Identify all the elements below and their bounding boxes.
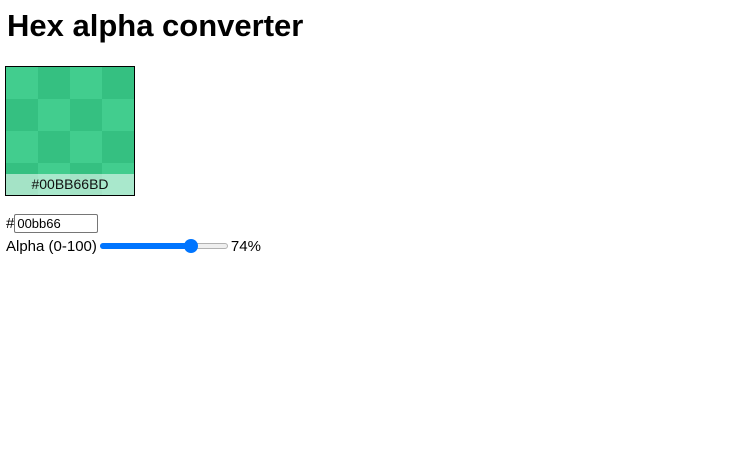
alpha-slider-fill	[99, 243, 192, 249]
page-title: Hex alpha converter	[7, 8, 304, 43]
hex-input-row: #	[6, 212, 99, 234]
hex-prefix-label: #	[6, 214, 15, 232]
color-preview-label: #00BB66BD	[6, 174, 134, 195]
alpha-slider[interactable]	[99, 238, 228, 254]
alpha-row: Alpha (0-100) 74%	[6, 235, 261, 257]
alpha-label: Alpha (0-100)	[6, 237, 97, 255]
color-preview-swatch: #00BB66BD	[5, 66, 135, 196]
alpha-slider-thumb[interactable]	[184, 239, 199, 253]
page: Hex alpha converter #00BB66BD # Alpha (0…	[0, 0, 740, 462]
hex-input[interactable]	[14, 213, 99, 233]
alpha-value-display: 74%	[230, 237, 261, 255]
